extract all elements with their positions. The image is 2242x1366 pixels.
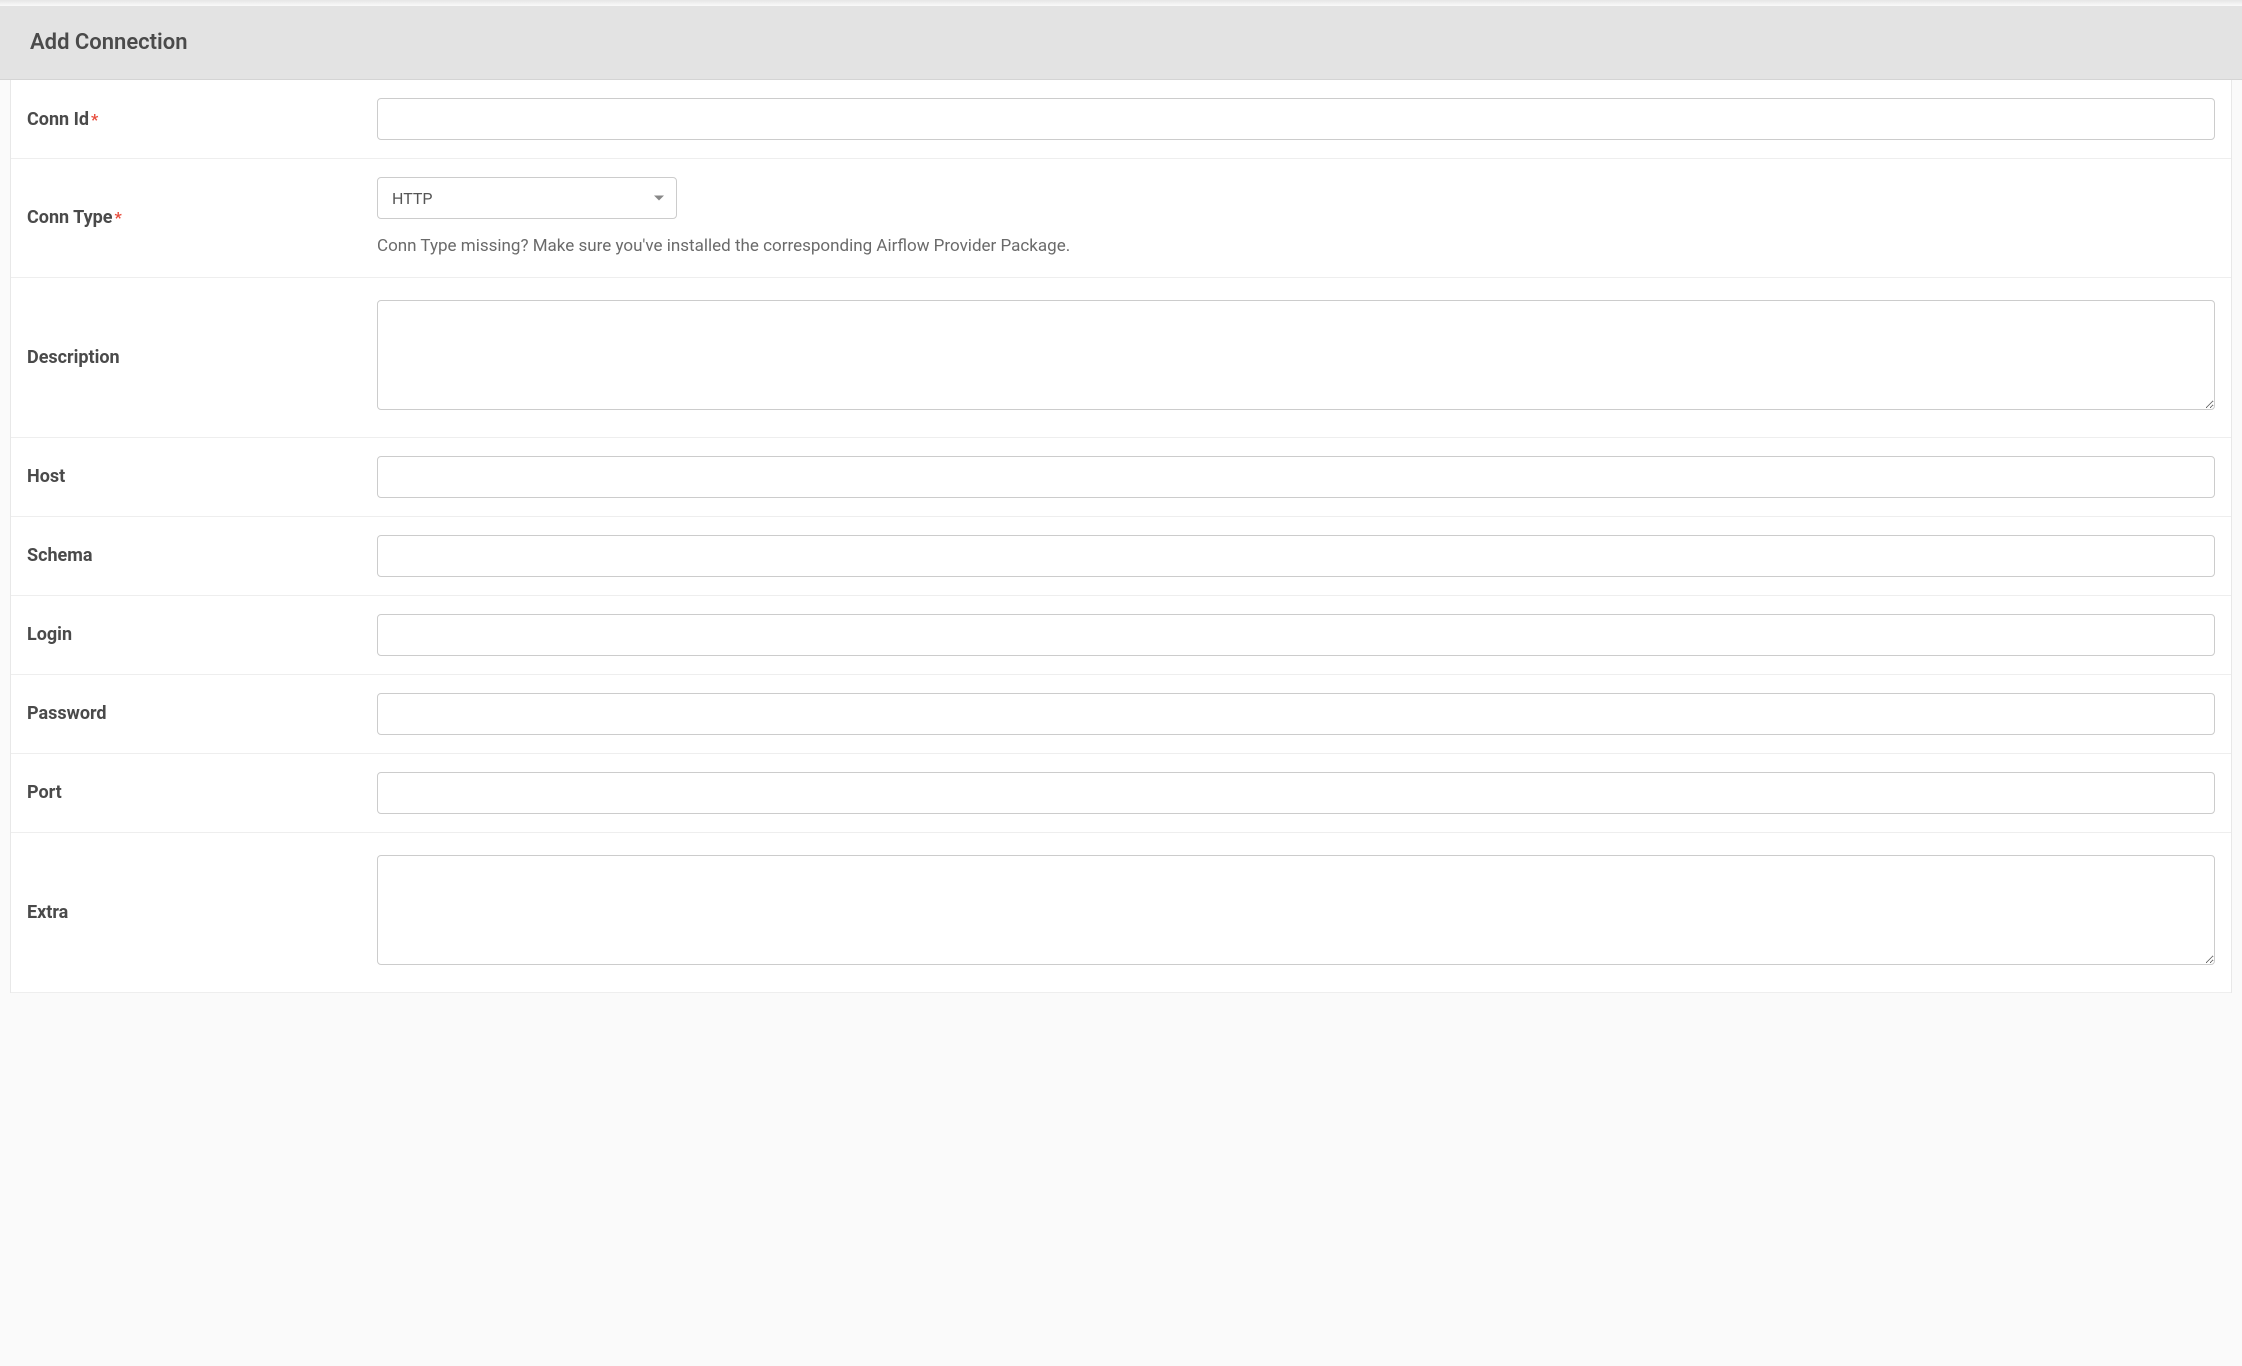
required-asterisk: * (115, 208, 122, 227)
host-input[interactable] (377, 456, 2215, 498)
description-input[interactable] (377, 300, 2215, 410)
input-col-port (377, 772, 2215, 814)
row-extra: Extra (11, 833, 2231, 993)
row-schema: Schema (11, 517, 2231, 596)
conn-type-select[interactable]: HTTP (377, 177, 677, 219)
label-extra: Extra (27, 902, 68, 923)
login-input[interactable] (377, 614, 2215, 656)
label-host: Host (27, 466, 65, 487)
label-col-login: Login (27, 624, 377, 645)
conn-type-selected-value: HTTP (392, 189, 433, 208)
row-conn-id: Conn Id* (11, 80, 2231, 159)
label-col-description: Description (27, 347, 377, 368)
page-title: Add Connection (30, 30, 2212, 55)
input-col-host (377, 456, 2215, 498)
label-col-conn-type: Conn Type* (27, 207, 377, 228)
input-col-conn-type: HTTP Conn Type missing? Make sure you've… (377, 177, 2215, 259)
conn-type-hint: Conn Type missing? Make sure you've inst… (377, 235, 2215, 259)
required-asterisk: * (91, 110, 98, 129)
input-col-conn-id (377, 98, 2215, 140)
add-connection-form: Conn Id* Conn Type* HTTP Conn Type missi… (10, 80, 2232, 993)
input-col-extra (377, 855, 2215, 969)
row-conn-type: Conn Type* HTTP Conn Type missing? Make … (11, 159, 2231, 278)
row-description: Description (11, 278, 2231, 438)
conn-type-select-wrap: HTTP (377, 177, 2215, 219)
label-password: Password (27, 703, 107, 724)
page-header: Add Connection (0, 6, 2242, 80)
label-col-password: Password (27, 703, 377, 724)
label-login: Login (27, 624, 72, 645)
row-host: Host (11, 438, 2231, 517)
label-col-host: Host (27, 466, 377, 487)
label-col-conn-id: Conn Id* (27, 109, 377, 130)
label-description: Description (27, 347, 120, 368)
row-password: Password (11, 675, 2231, 754)
label-col-extra: Extra (27, 902, 377, 923)
input-col-password (377, 693, 2215, 735)
password-input[interactable] (377, 693, 2215, 735)
input-col-schema (377, 535, 2215, 577)
label-port: Port (27, 782, 62, 803)
input-col-description (377, 300, 2215, 414)
row-port: Port (11, 754, 2231, 833)
conn-id-input[interactable] (377, 98, 2215, 140)
row-login: Login (11, 596, 2231, 675)
label-schema: Schema (27, 545, 93, 566)
extra-input[interactable] (377, 855, 2215, 965)
schema-input[interactable] (377, 535, 2215, 577)
label-conn-type: Conn Type (27, 207, 113, 228)
input-col-login (377, 614, 2215, 656)
label-conn-id: Conn Id (27, 109, 89, 130)
port-input[interactable] (377, 772, 2215, 814)
label-col-schema: Schema (27, 545, 377, 566)
chevron-down-icon (654, 196, 664, 201)
label-col-port: Port (27, 782, 377, 803)
